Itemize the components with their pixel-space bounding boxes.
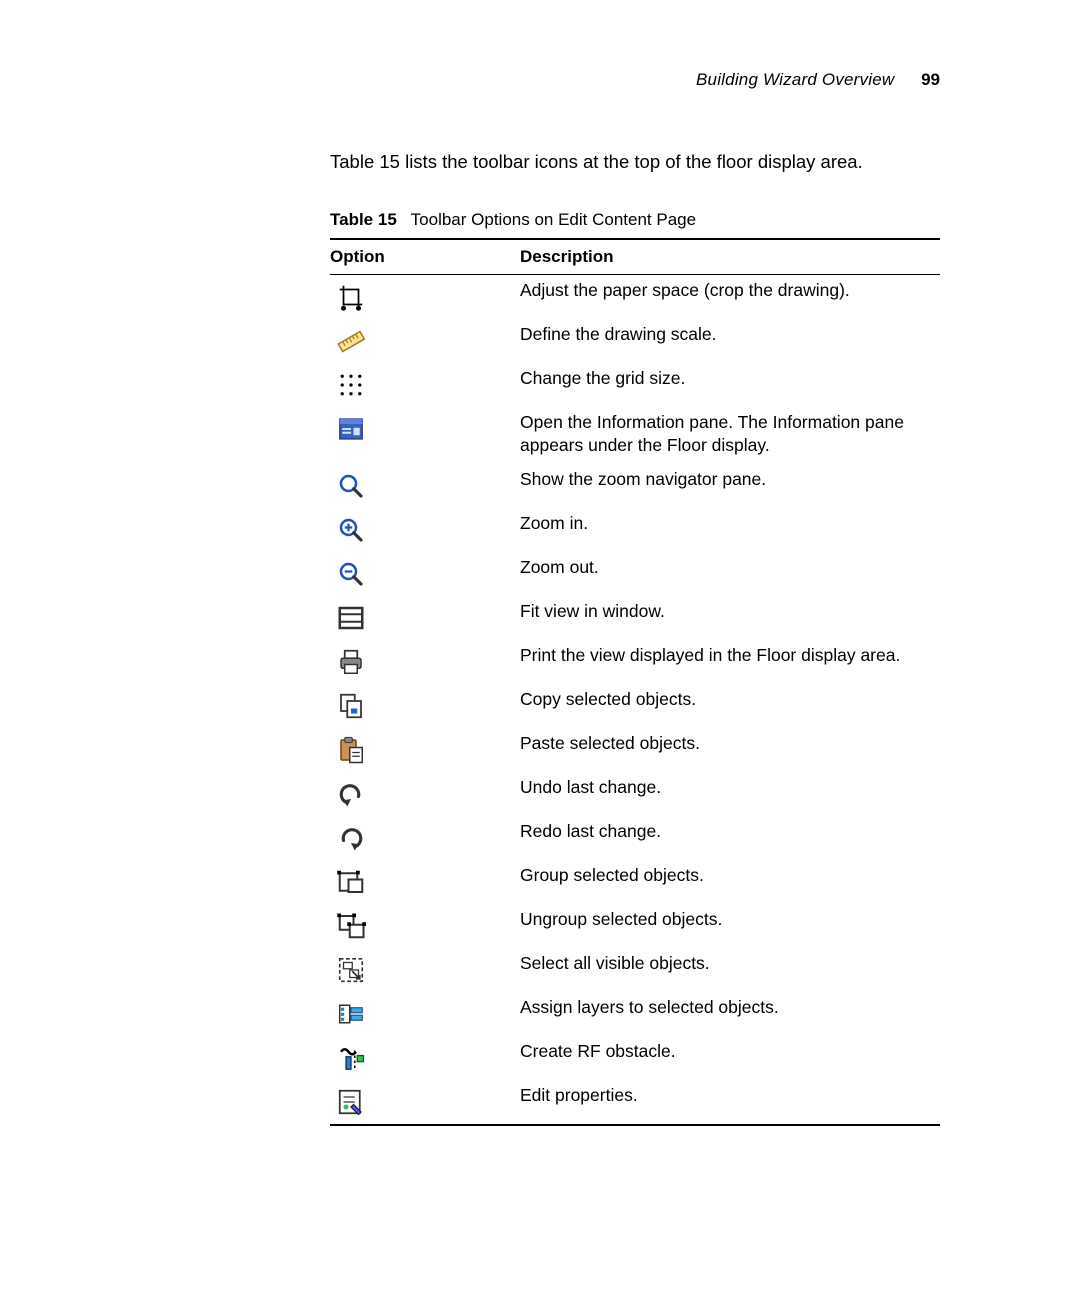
row-desc: Open the Information pane. The Informati… [520, 407, 940, 464]
print-icon [336, 647, 366, 677]
running-header: Building Wizard Overview 99 [330, 70, 940, 90]
table-row: Copy selected objects. [330, 684, 940, 728]
table-number: Table 15 [330, 210, 397, 229]
select-all-icon [336, 955, 366, 985]
row-desc: Copy selected objects. [520, 684, 940, 728]
group-icon [336, 867, 366, 897]
col-header-option: Option [330, 239, 520, 275]
table-row: Zoom out. [330, 552, 940, 596]
ruler-icon [336, 326, 366, 356]
row-desc: Edit properties. [520, 1080, 940, 1125]
table-row: Fit view in window. [330, 596, 940, 640]
row-desc: Paste selected objects. [520, 728, 940, 772]
crop-icon [336, 282, 366, 312]
table-title: Toolbar Options on Edit Content Page [411, 210, 696, 229]
table-row: Select all visible objects. [330, 948, 940, 992]
table-row: Zoom in. [330, 508, 940, 552]
table-row: Assign layers to selected objects. [330, 992, 940, 1036]
table-row: Print the view displayed in the Floor di… [330, 640, 940, 684]
row-desc: Print the view displayed in the Floor di… [520, 640, 940, 684]
row-desc: Fit view in window. [520, 596, 940, 640]
zoom-navigator-icon [336, 471, 366, 501]
row-desc: Zoom out. [520, 552, 940, 596]
page: Building Wizard Overview 99 Table 15 lis… [0, 0, 1080, 1296]
row-desc: Show the zoom navigator pane. [520, 464, 940, 508]
edit-properties-icon [336, 1087, 366, 1117]
table-row: Ungroup selected objects. [330, 904, 940, 948]
section-title: Building Wizard Overview [696, 70, 894, 89]
row-desc: Redo last change. [520, 816, 940, 860]
row-desc: Undo last change. [520, 772, 940, 816]
table-row: Paste selected objects. [330, 728, 940, 772]
table-caption: Table 15 Toolbar Options on Edit Content… [330, 210, 940, 230]
table-row: Show the zoom navigator pane. [330, 464, 940, 508]
row-desc: Ungroup selected objects. [520, 904, 940, 948]
intro-text: Table 15 lists the toolbar icons at the … [330, 150, 940, 174]
table-row: Redo last change. [330, 816, 940, 860]
table-row: Adjust the paper space (crop the drawing… [330, 275, 940, 320]
table-row: Create RF obstacle. [330, 1036, 940, 1080]
row-desc: Zoom in. [520, 508, 940, 552]
row-desc: Assign layers to selected objects. [520, 992, 940, 1036]
info-pane-icon [336, 414, 366, 444]
row-desc: Define the drawing scale. [520, 319, 940, 363]
layers-icon [336, 999, 366, 1029]
fit-view-icon [336, 603, 366, 633]
zoom-out-icon [336, 559, 366, 589]
table-row: Group selected objects. [330, 860, 940, 904]
redo-icon [336, 823, 366, 853]
table-row: Undo last change. [330, 772, 940, 816]
undo-icon [336, 779, 366, 809]
table-row: Open the Information pane. The Informati… [330, 407, 940, 464]
row-desc: Change the grid size. [520, 363, 940, 407]
table-row: Edit properties. [330, 1080, 940, 1125]
table-row: Define the drawing scale. [330, 319, 940, 363]
ungroup-icon [336, 911, 366, 941]
row-desc: Adjust the paper space (crop the drawing… [520, 275, 940, 320]
row-desc: Group selected objects. [520, 860, 940, 904]
row-desc: Select all visible objects. [520, 948, 940, 992]
copy-icon [336, 691, 366, 721]
col-header-description: Description [520, 239, 940, 275]
page-number: 99 [921, 70, 940, 89]
toolbar-options-table: Option Description [330, 238, 940, 1126]
zoom-in-icon [336, 515, 366, 545]
grid-icon [336, 370, 366, 400]
row-desc: Create RF obstacle. [520, 1036, 940, 1080]
rf-obstacle-icon [336, 1043, 366, 1073]
paste-icon [336, 735, 366, 765]
table-row: Change the grid size. [330, 363, 940, 407]
